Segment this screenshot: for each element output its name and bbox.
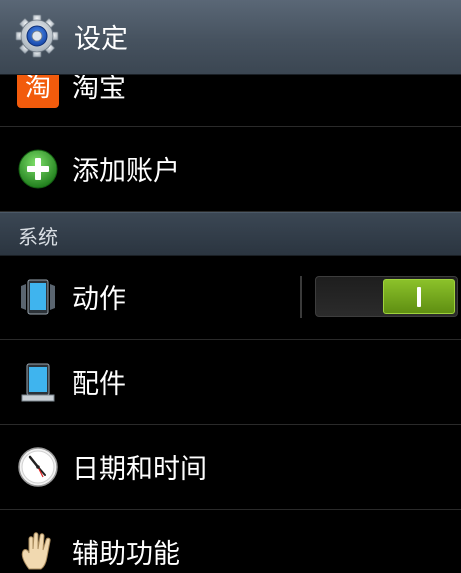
clock-icon xyxy=(17,446,59,488)
motion-toggle[interactable] xyxy=(315,276,458,317)
list-item-date-time[interactable]: 日期和时间 xyxy=(0,425,461,510)
toggle-knob-on[interactable] xyxy=(383,279,455,314)
toggle-on-indicator xyxy=(417,286,421,307)
list-item-accessory[interactable]: 配件 xyxy=(0,340,461,425)
page-title: 设定 xyxy=(74,23,128,55)
motion-icon xyxy=(17,276,59,318)
gear-icon[interactable] xyxy=(14,13,60,59)
svg-text:淘: 淘 xyxy=(25,73,51,103)
section-header-system: 系统 xyxy=(0,212,461,256)
list-item-label: 辅助功能 xyxy=(72,539,180,570)
list-item-accessibility[interactable]: 辅助功能 xyxy=(0,510,461,573)
settings-screen: 设定 淘 淘宝 添加账户 系统 动作 配件 日期和时间 辅助功能 xyxy=(0,0,461,573)
list-item-label: 添加账户 xyxy=(72,156,180,187)
accessory-icon xyxy=(17,361,59,403)
list-item-label: 日期和时间 xyxy=(72,454,207,485)
list-item-label: 配件 xyxy=(72,369,126,400)
toggle-divider xyxy=(300,276,302,318)
add-circle-icon xyxy=(17,148,59,190)
list-item-label: 动作 xyxy=(72,284,126,315)
action-bar: 设定 xyxy=(0,0,461,75)
hand-icon xyxy=(17,531,59,573)
list-item-add-account[interactable]: 添加账户 xyxy=(0,127,461,212)
section-label: 系统 xyxy=(18,225,58,249)
